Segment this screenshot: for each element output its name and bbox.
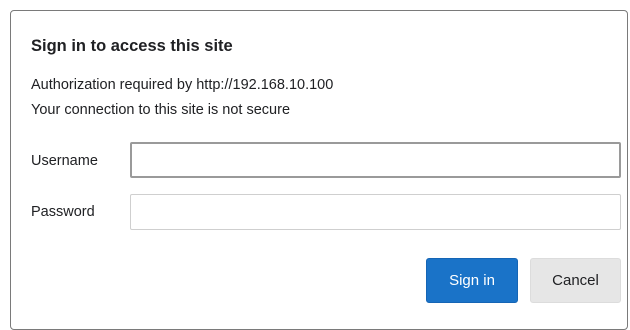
security-warning: Your connection to this site is not secu… xyxy=(31,102,291,118)
password-label: Password xyxy=(31,204,95,220)
username-label: Username xyxy=(31,153,98,169)
dialog-title: Sign in to access this site xyxy=(31,37,233,55)
password-input[interactable] xyxy=(130,194,621,230)
sign-in-button[interactable]: Sign in xyxy=(426,258,518,303)
authorization-message: Authorization required by http://192.168… xyxy=(31,77,334,93)
username-input[interactable] xyxy=(130,142,621,178)
cancel-button[interactable]: Cancel xyxy=(530,258,621,303)
sign-in-dialog: Sign in to access this site Authorizatio… xyxy=(10,10,628,330)
